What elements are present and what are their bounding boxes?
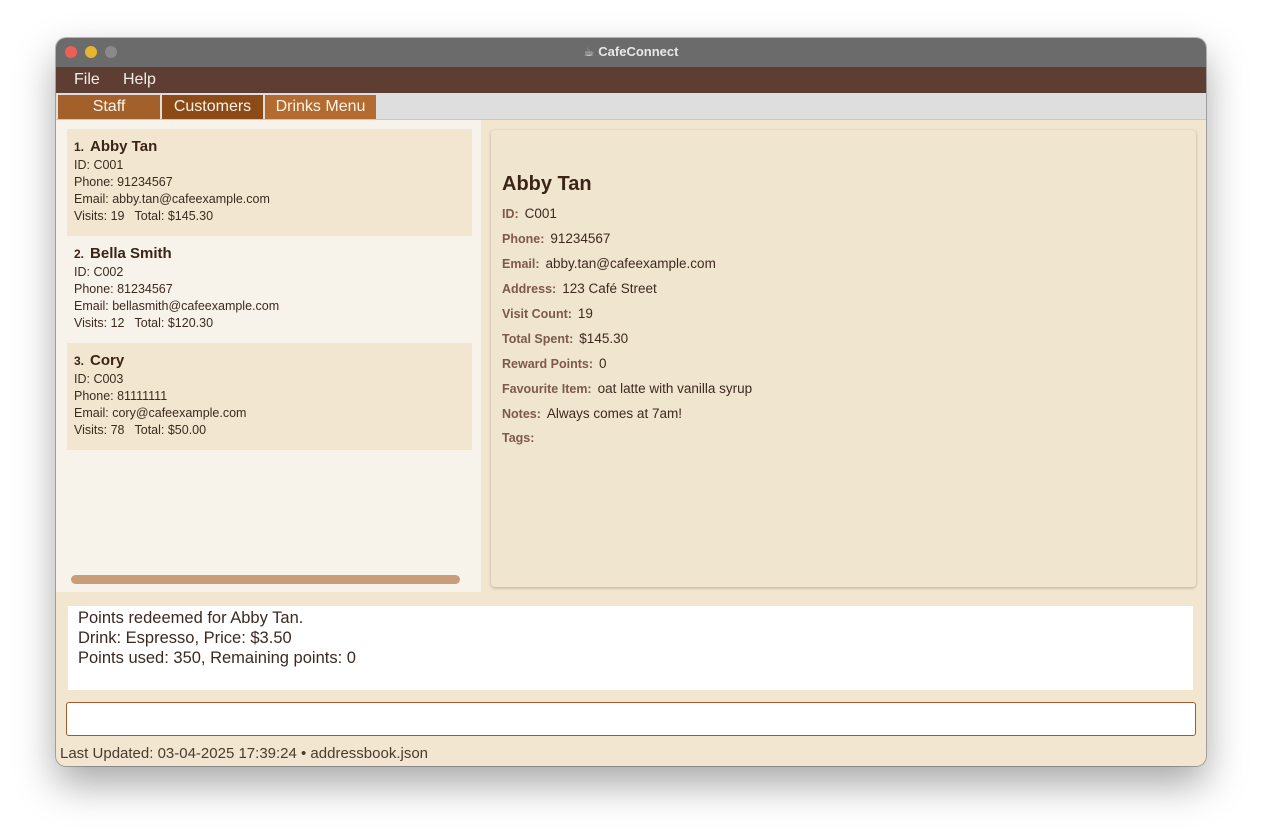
detail-field-email: Email: abby.tan@cafeexample.com [502,256,716,274]
horizontal-scrollbar[interactable] [71,575,460,584]
status-bar: Last Updated: 03-04-2025 17:39:24 • addr… [60,745,429,762]
detail-field-notes: Notes: Always comes at 7am! [502,406,682,424]
detail-field-favourite-item: Favourite Item: oat latte with vanilla sy… [502,381,752,399]
customer-phone: Phone: 91234567 [74,175,173,189]
customer-email: Email: abby.tan@cafeexample.com [74,192,270,206]
menu-help[interactable]: Help [123,71,156,89]
customer-index: 1. [74,140,85,154]
coffee-cup-icon: ☕ [583,45,595,59]
customer-total: Total: $50.00 [134,423,207,437]
customer-detail-panel: Abby Tan ID: C001 Phone: 91234567 Email: ab… [491,130,1196,587]
field-label: Tags: [502,431,535,445]
field-label: Favourite Item: [502,382,592,396]
tab-customers[interactable]: Customers [162,95,263,119]
customer-card[interactable]: 2. Bella Smith ID: C002 Phone: 81234567 E… [67,236,472,343]
customer-card[interactable]: 1. Abby Tan ID: C001 Phone: 91234567 Emai… [67,129,472,236]
field-value: C001 [524,206,557,221]
detail-field-address: Address: 123 Café Street [502,281,657,299]
detail-customer-name: Abby Tan [502,173,592,195]
field-value: $145.30 [579,331,629,346]
result-line: Drink: Espresso, Price: $3.50 [78,629,292,647]
field-label: ID: [502,207,519,221]
customer-name: Cory [90,352,125,369]
customer-id: ID: C003 [74,372,124,386]
customer-stats: Visits: 19 Total: $145.30 [74,208,465,225]
field-value: 19 [577,306,593,321]
customer-name: Abby Tan [90,138,158,155]
result-display: Points redeemed for Abby Tan. Drink: Esp… [68,606,1193,690]
result-line: Points used: 350, Remaining points: 0 [78,649,356,667]
customer-total: Total: $120.30 [134,316,214,330]
customer-id: ID: C001 [74,158,124,172]
customer-index: 3. [74,354,85,368]
menu-bar: File Help [56,67,1206,93]
field-value: 91234567 [550,231,611,246]
field-value: abby.tan@cafeexample.com [545,256,716,271]
title-bar: ☕ CafeConnect [56,38,1206,68]
customer-stats: Visits: 12 Total: $120.30 [74,315,465,332]
menu-file[interactable]: File [74,71,100,89]
customer-phone: Phone: 81234567 [74,282,173,296]
command-input[interactable] [67,703,1195,735]
detail-field-reward-points: Reward Points: 0 [502,356,607,374]
tab-drinks-menu[interactable]: Drinks Menu [265,95,376,119]
customer-card[interactable]: 3. Cory ID: C003 Phone: 81111111 Email: c… [67,343,472,450]
tab-bar: Staff Customers Drinks Menu [56,93,1206,120]
customer-name-row: 2. Bella Smith [74,245,465,264]
customer-name-row: 1. Abby Tan [74,138,465,157]
customer-name: Bella Smith [90,245,172,262]
customer-phone: Phone: 81111111 [74,389,168,403]
field-label: Email: [502,257,540,271]
customer-list: 1. Abby Tan ID: C001 Phone: 91234567 Emai… [56,120,481,592]
detail-field-tags: Tags: [502,430,540,448]
field-label: Reward Points: [502,357,593,371]
customer-email: Email: cory@cafeexample.com [74,406,247,420]
field-value: 0 [599,356,607,371]
app-window: ☕ CafeConnect File Help Staff Customers D… [56,38,1206,766]
customer-visits: Visits: 12 [74,316,125,330]
detail-field-id: ID: C001 [502,206,557,224]
detail-field-phone: Phone: 91234567 [502,231,610,249]
window-title: ☕ CafeConnect [56,44,1206,59]
customer-id: ID: C002 [74,265,124,279]
detail-field-visit-count: Visit Count: 19 [502,306,593,324]
customer-email: Email: bellasmith@cafeexample.com [74,299,280,313]
customer-stats: Visits: 78 Total: $50.00 [74,422,465,439]
field-value: oat latte with vanilla syrup [597,381,753,396]
field-label: Address: [502,282,557,296]
field-value: 123 Café Street [562,281,657,296]
customer-total: Total: $145.30 [134,209,214,223]
field-label: Visit Count: [502,307,572,321]
customer-name-row: 3. Cory [74,352,465,371]
command-box [66,702,1196,736]
customer-index: 2. [74,247,85,261]
result-line: Points redeemed for Abby Tan. [78,609,304,627]
field-label: Total Spent: [502,332,574,346]
field-label: Notes: [502,407,541,421]
customer-visits: Visits: 78 [74,423,125,437]
field-value: Always comes at 7am! [546,406,682,421]
field-label: Phone: [502,232,545,246]
customer-visits: Visits: 19 [74,209,125,223]
tab-staff[interactable]: Staff [58,95,160,119]
detail-field-total-spent: Total Spent: $145.30 [502,331,628,349]
window-title-text: CafeConnect [598,44,679,59]
